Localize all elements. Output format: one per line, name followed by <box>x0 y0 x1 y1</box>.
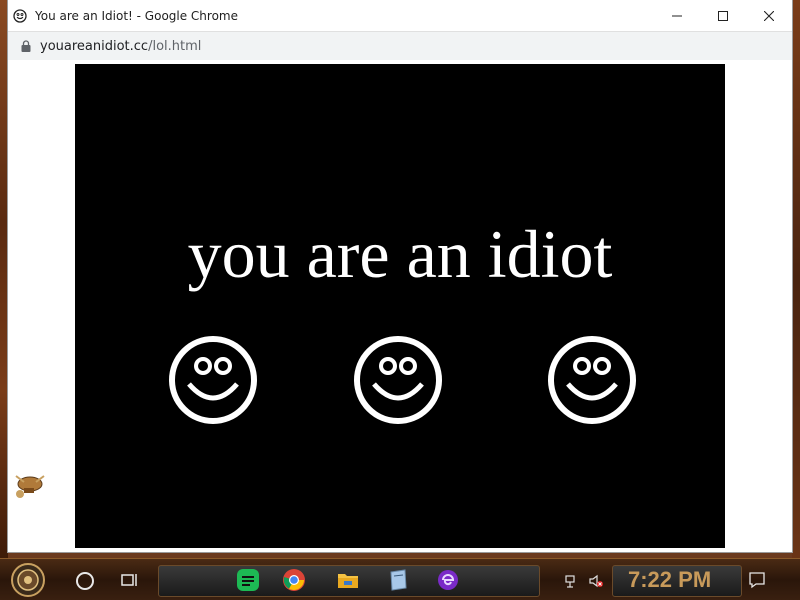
page-headline: you are an idiot <box>187 216 613 292</box>
smiley-face-icon <box>548 336 636 424</box>
url-path: /lol.html <box>148 38 202 54</box>
minimize-icon <box>672 15 682 16</box>
lock-icon[interactable] <box>20 40 32 52</box>
maximize-button[interactable] <box>700 0 746 31</box>
search-circle-icon[interactable] <box>76 572 94 590</box>
address-bar[interactable]: youareanidiot.cc/lol.html <box>8 31 792 61</box>
desktop-wallpaper-left <box>0 0 8 558</box>
notes-icon[interactable] <box>386 568 410 592</box>
action-center-icon[interactable] <box>748 571 766 589</box>
taskbar: 7:22 PM <box>0 558 800 600</box>
network-icon[interactable] <box>564 573 580 589</box>
spotify-icon[interactable] <box>236 568 260 592</box>
task-view-icon[interactable] <box>121 571 139 589</box>
page-content: you are an idiot <box>8 60 792 552</box>
smiley-favicon-icon <box>13 8 27 23</box>
chrome-window: You are an Idiot! - Google Chrome youare… <box>8 0 792 552</box>
browser-icon[interactable] <box>436 568 460 592</box>
close-icon <box>764 10 774 21</box>
desktop-wallpaper-right <box>792 0 800 558</box>
chrome-icon[interactable] <box>282 568 306 592</box>
steampunk-airship-desktop-icon[interactable] <box>12 466 48 502</box>
url-text[interactable]: youareanidiot.cc/lol.html <box>40 39 201 54</box>
black-panel: you are an idiot <box>75 64 725 548</box>
taskbar-clock[interactable]: 7:22 PM <box>628 567 711 593</box>
url-domain: youareanidiot.cc <box>40 38 149 54</box>
close-button[interactable] <box>746 0 792 31</box>
minimize-button[interactable] <box>654 0 700 31</box>
title-bar[interactable]: You are an Idiot! - Google Chrome <box>8 0 792 31</box>
window-title: You are an Idiot! - Google Chrome <box>35 8 238 23</box>
smiley-face-icon <box>169 336 257 424</box>
file-explorer-icon[interactable] <box>336 568 360 592</box>
start-button-icon[interactable] <box>10 562 46 598</box>
volume-muted-icon[interactable] <box>588 573 604 589</box>
maximize-icon <box>718 10 728 21</box>
window-controls <box>654 0 792 31</box>
smiley-face-icon <box>354 336 442 424</box>
